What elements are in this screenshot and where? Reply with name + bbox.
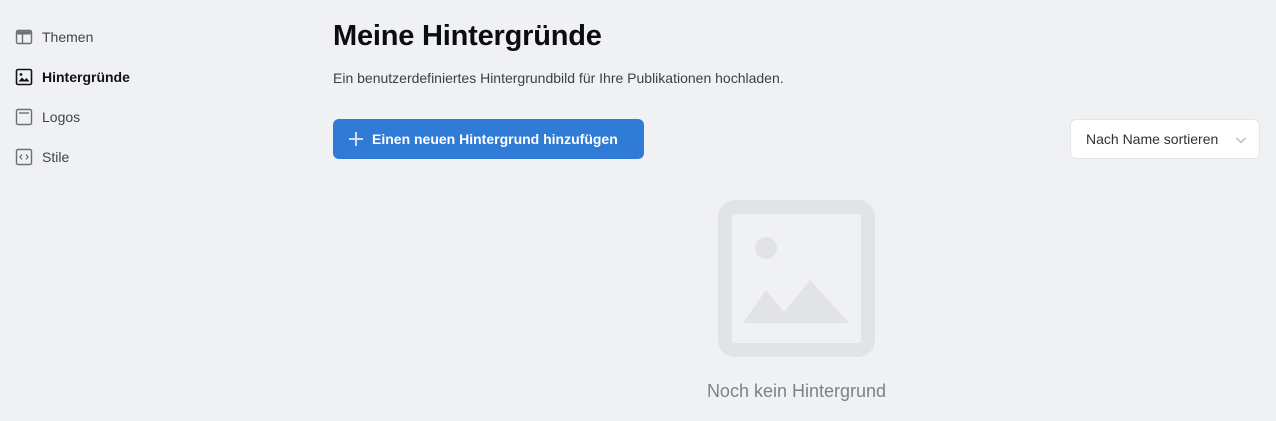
- sidebar: Themen Hintergründe Logos Stile: [0, 0, 300, 421]
- plus-icon: [349, 132, 363, 146]
- code-icon: [15, 148, 33, 166]
- empty-state-text: Noch kein Hintergrund: [706, 381, 887, 401]
- sidebar-item-hintergruende[interactable]: Hintergründe: [15, 67, 130, 87]
- add-background-button[interactable]: Einen neuen Hintergrund hinzufügen: [333, 119, 644, 159]
- empty-state: Noch kein Hintergrund: [333, 200, 1260, 421]
- sidebar-item-logos[interactable]: Logos: [15, 107, 80, 127]
- page-title: Meine Hintergründe: [333, 20, 602, 52]
- chevron-down-icon: [1235, 133, 1247, 151]
- logo-frame-icon: [15, 108, 33, 126]
- add-background-button-label: Einen neuen Hintergrund hinzufügen: [372, 131, 618, 147]
- sort-select[interactable]: Nach Name sortieren: [1070, 119, 1260, 159]
- sort-select-value: Nach Name sortieren: [1086, 131, 1219, 147]
- sidebar-item-stile[interactable]: Stile: [15, 147, 69, 167]
- image-placeholder-icon: [718, 200, 875, 362]
- sidebar-item-themen[interactable]: Themen: [15, 27, 93, 47]
- sidebar-item-label: Logos: [42, 109, 81, 125]
- image-icon: [15, 68, 33, 86]
- layout-icon: [15, 28, 33, 46]
- sidebar-item-label: Stile: [42, 149, 70, 165]
- page-subtitle: Ein benutzerdefiniertes Hintergrundbild …: [333, 70, 784, 86]
- main-content: Meine Hintergründe Ein benutzerdefiniert…: [333, 0, 1276, 421]
- sidebar-item-label: Hintergründe: [42, 69, 130, 85]
- sidebar-item-label: Themen: [42, 29, 94, 45]
